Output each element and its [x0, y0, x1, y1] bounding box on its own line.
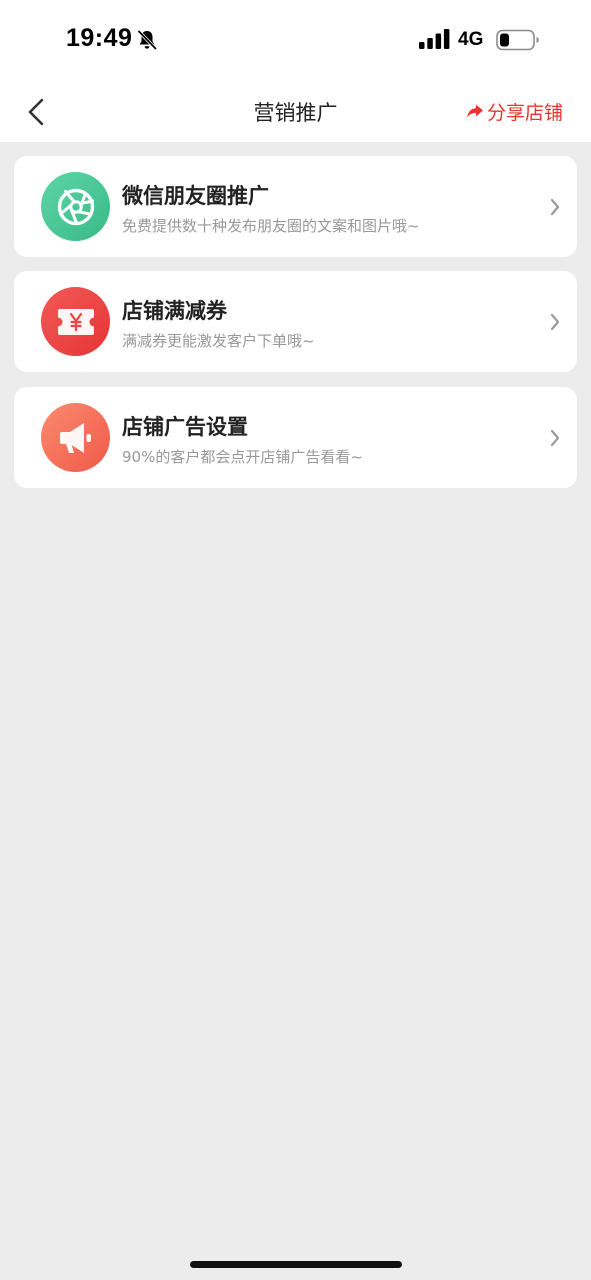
- chevron-right-icon: [550, 429, 560, 447]
- megaphone-icon: [41, 403, 110, 472]
- chevron-right-icon: [550, 198, 560, 216]
- status-time: 19:49: [66, 24, 133, 52]
- share-arrow-icon: [467, 104, 483, 118]
- store-coupon-card[interactable]: 店铺满减券 满减券更能激发客户下单哦~: [14, 271, 577, 372]
- navigation-bar: 营销推广 分享店铺: [0, 80, 591, 142]
- card-title: 微信朋友圈推广: [122, 184, 269, 208]
- share-store-button[interactable]: 分享店铺: [466, 97, 563, 125]
- coupon-yen-icon: [41, 287, 110, 356]
- card-description: 满减券更能激发客户下单哦~: [122, 332, 315, 350]
- card-description: 90%的客户都会点开店铺广告看看~: [122, 448, 363, 466]
- card-title: 店铺广告设置: [122, 415, 248, 439]
- bell-off-icon: [137, 30, 157, 50]
- share-store-label: 分享店铺: [486, 101, 563, 124]
- home-indicator: [190, 1261, 402, 1268]
- battery-icon: [496, 29, 539, 51]
- network-type: 4G: [458, 29, 484, 50]
- camera-aperture-icon: [41, 172, 110, 241]
- signal-icon: [419, 29, 450, 49]
- card-description: 免费提供数十种发布朋友圈的文案和图片哦~: [122, 217, 420, 235]
- status-bar: 19:49 4G: [0, 0, 591, 80]
- wechat-moments-promotion-card[interactable]: 微信朋友圈推广 免费提供数十种发布朋友圈的文案和图片哦~: [14, 156, 577, 257]
- card-title: 店铺满减券: [122, 299, 227, 323]
- store-ad-settings-card[interactable]: 店铺广告设置 90%的客户都会点开店铺广告看看~: [14, 387, 577, 488]
- chevron-right-icon: [550, 313, 560, 331]
